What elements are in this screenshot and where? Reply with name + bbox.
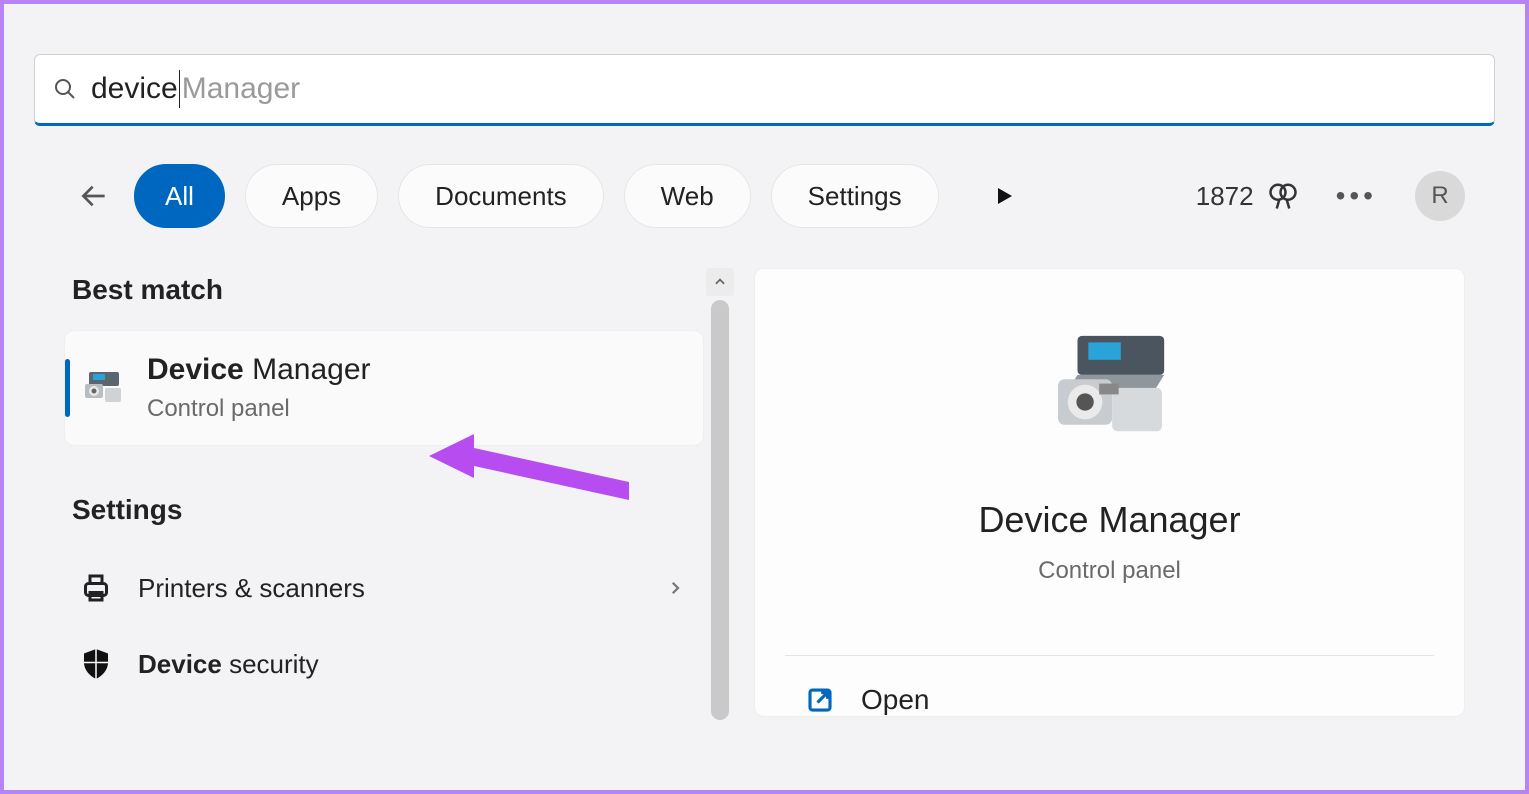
play-button[interactable] [989, 181, 1019, 211]
setting-item-device-security[interactable]: Device security [64, 626, 704, 702]
search-suggestion-text: Manager [182, 72, 300, 106]
back-button[interactable] [74, 176, 114, 216]
best-match-title: Device Manager [147, 353, 371, 387]
medal-icon [1268, 181, 1298, 211]
tab-documents[interactable]: Documents [398, 164, 604, 228]
shield-icon [78, 646, 114, 682]
device-manager-icon [79, 364, 127, 412]
filter-toolbar: All Apps Documents Web Settings 1872 •••… [34, 164, 1495, 228]
results-scrollbar[interactable] [706, 268, 734, 720]
printer-icon [78, 570, 114, 606]
open-label: Open [861, 684, 930, 716]
setting-item-printers[interactable]: Printers & scanners [64, 550, 704, 626]
open-external-icon [805, 685, 835, 715]
tab-all[interactable]: All [134, 164, 225, 228]
tab-settings[interactable]: Settings [771, 164, 939, 228]
best-match-subtitle: Control panel [147, 395, 371, 423]
user-avatar[interactable]: R [1415, 171, 1465, 221]
best-match-heading: Best match [64, 268, 704, 330]
device-manager-large-icon [1045, 329, 1175, 449]
tab-apps[interactable]: Apps [245, 164, 378, 228]
avatar-initial: R [1431, 182, 1448, 210]
setting-label: Device security [138, 649, 319, 680]
search-typed-text: device [91, 72, 178, 106]
search-icon [53, 77, 77, 101]
scroll-thumb[interactable] [711, 300, 729, 720]
setting-label: Printers & scanners [138, 573, 365, 604]
search-input[interactable]: device Manager [91, 70, 300, 108]
more-icon: ••• [1336, 180, 1377, 211]
detail-title: Device Manager [978, 499, 1240, 541]
text-cursor [179, 70, 180, 108]
points-value: 1872 [1196, 181, 1254, 212]
scroll-up-button[interactable] [706, 268, 734, 296]
detail-subtitle: Control panel [1038, 557, 1181, 585]
more-button[interactable]: ••• [1336, 180, 1377, 212]
play-icon [992, 184, 1016, 208]
results-column: Best match Device Manager Control panel [64, 268, 704, 717]
chevron-up-icon [713, 275, 727, 289]
rewards-points[interactable]: 1872 [1196, 181, 1298, 212]
tab-web[interactable]: Web [624, 164, 751, 228]
chevron-right-icon [666, 573, 684, 604]
arrow-left-icon [78, 180, 110, 212]
best-match-item[interactable]: Device Manager Control panel [64, 330, 704, 446]
settings-heading: Settings [64, 488, 704, 550]
detail-panel: Device Manager Control panel Open [754, 268, 1465, 717]
open-action[interactable]: Open [785, 656, 936, 716]
search-bar[interactable]: device Manager [34, 54, 1495, 126]
